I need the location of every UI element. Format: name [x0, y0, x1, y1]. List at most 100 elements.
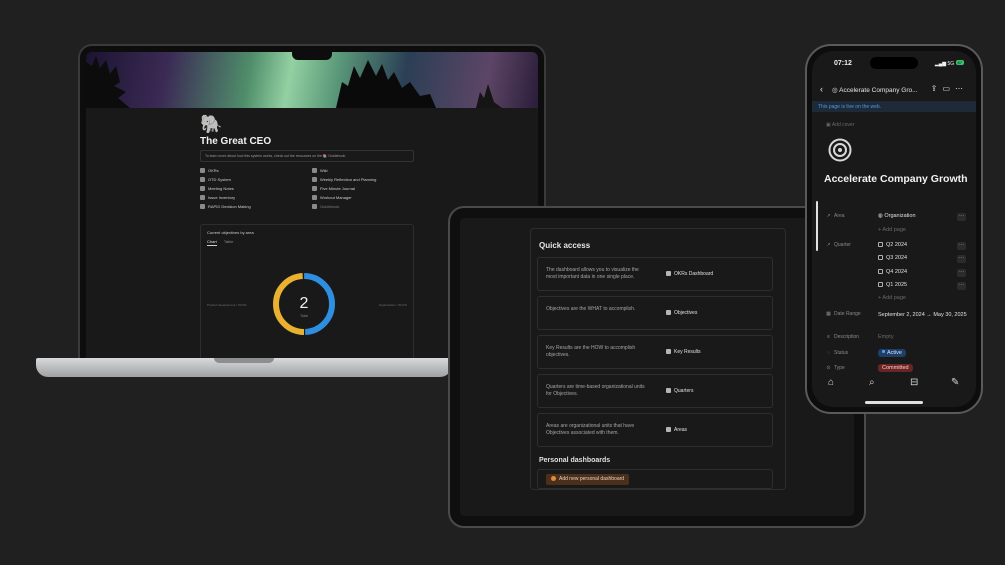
quick-access-row: Objectives are the WHAT to accomplish. O…	[537, 296, 773, 330]
quarter-more-button[interactable]: ···	[957, 282, 966, 290]
checkbox-icon	[666, 349, 671, 354]
quarter-add-page[interactable]: + Add page	[878, 295, 906, 301]
prop-description-value[interactable]: Empty	[878, 334, 894, 340]
link-label: Objectives	[674, 310, 698, 316]
link-areas[interactable]: Areas	[666, 427, 687, 433]
nav-title[interactable]: ◎ Accelerate Company Gro...	[832, 86, 918, 94]
link-guidebook[interactable]: Guidebook	[312, 204, 339, 210]
page-cover-image	[86, 52, 538, 108]
prop-type-label: ⊙ Type	[826, 365, 844, 371]
prop-status-value[interactable]: Active	[878, 349, 906, 357]
prop-area-label: ↗ Area	[826, 213, 844, 219]
link-label: Issue Inventory	[208, 195, 236, 200]
link-label: Areas	[674, 427, 688, 433]
more-icon[interactable]: ⋯	[955, 84, 968, 93]
link-label: Weekly Reflection and Planning	[320, 177, 377, 182]
home-icon[interactable]: ⌂	[828, 377, 834, 388]
link-quarters[interactable]: Quarters	[666, 388, 693, 394]
prop-value: Q1 2025	[886, 282, 908, 288]
compose-icon[interactable]: ✎	[951, 377, 959, 388]
quick-access-title: Quick access	[539, 241, 591, 250]
link-label: Quarters	[674, 388, 694, 394]
relation-arrow-icon: ↗	[826, 213, 831, 219]
quarter-more-button[interactable]: ···	[957, 255, 966, 263]
tab-chart[interactable]: Chart	[207, 239, 217, 246]
chart-block-label: Current objectives by area	[207, 230, 254, 235]
prop-label: Date Range	[834, 311, 861, 317]
link-objectives[interactable]: Objectives	[666, 310, 697, 316]
prop-value: Organization	[884, 213, 916, 219]
objectives-chart-block: Current objectives by area Chart Table P…	[200, 224, 414, 360]
add-cover-button[interactable]: ▣ Add cover	[826, 122, 854, 128]
link-okrs[interactable]: OKRs	[200, 168, 219, 174]
add-personal-dashboard-button[interactable]: Add new personal dashboard	[546, 474, 630, 485]
check-circle-icon	[200, 177, 205, 183]
donut-legend-left: Product development • 50.0%	[207, 303, 247, 307]
donut-chart: 2 Total	[273, 273, 335, 335]
select-icon: ⊙	[826, 365, 831, 371]
area-add-page[interactable]: + Add page	[878, 227, 906, 233]
area-more-button[interactable]: ···	[957, 213, 966, 221]
button-label: Add new personal dashboard	[559, 476, 625, 482]
status-dot	[882, 350, 885, 353]
calendar-icon	[666, 388, 671, 393]
row-description: Quarters are time-based organizational u…	[546, 384, 645, 397]
relation-arrow-icon: ↗	[826, 242, 831, 248]
quick-access-row: Quarters are time-based organizational u…	[537, 374, 773, 408]
prop-value: Q4 2024	[886, 269, 908, 275]
back-chevron-icon[interactable]: ‹	[820, 84, 823, 94]
live-web-banner[interactable]: This page is live on the web.	[812, 101, 976, 112]
link-otd-system[interactable]: OTD System	[200, 177, 231, 183]
search-icon[interactable]: ⌕	[869, 377, 875, 388]
dashboard-icon	[666, 271, 671, 276]
link-label: Wiki	[320, 168, 328, 173]
prop-label: Status	[834, 350, 849, 356]
link-meeting-notes[interactable]: Meeting Notes	[200, 186, 234, 192]
quarter-more-button[interactable]: ···	[957, 269, 966, 277]
link-label: Workout Manager	[320, 195, 352, 200]
prop-area-value[interactable]: ◍ Organization	[878, 213, 916, 219]
quarter-item[interactable]: Q3 2024	[878, 255, 907, 261]
tab-table[interactable]: Table	[224, 239, 234, 244]
quick-access-row: Key Results are the HOW to accomplish ob…	[537, 335, 773, 369]
pencil-icon	[312, 186, 317, 192]
quarter-more-button[interactable]: ···	[957, 242, 966, 250]
list-icon	[200, 195, 205, 201]
text-lines-icon: ≡	[827, 334, 830, 340]
link-workout-manager[interactable]: Workout Manager	[312, 195, 352, 201]
document-icon	[312, 168, 317, 174]
network-label: 5G	[947, 61, 955, 67]
quarter-item[interactable]: Q1 2025	[878, 282, 907, 288]
link-rapid[interactable]: RAPID Decision Making	[200, 204, 251, 210]
quarter-item[interactable]: Q4 2024	[878, 269, 907, 275]
phone-nav-bar: ‹ ◎ Accelerate Company Gro... ⇪▭⋯	[820, 84, 968, 98]
prop-label: Description	[834, 334, 860, 340]
status-badge: Active	[878, 349, 906, 357]
type-badge: Committed	[878, 364, 913, 372]
prop-date-value[interactable]: September 2, 2024 → May 30, 2025	[878, 311, 970, 319]
share-icon[interactable]: ⇪	[931, 84, 943, 93]
check-circle-icon	[200, 204, 205, 210]
quarter-item[interactable]: Q2 2024	[878, 242, 907, 248]
phone-tab-bar: ⌂ ⌕ ⊟ ✎	[812, 377, 976, 399]
row-description: Objectives are the WHAT to accomplish.	[546, 306, 636, 312]
link-wiki[interactable]: Wiki	[312, 168, 328, 174]
folder-icon	[666, 427, 671, 432]
prop-type-value[interactable]: Committed	[878, 364, 913, 372]
inbox-icon[interactable]: ⊟	[910, 377, 918, 388]
link-okrs-dashboard[interactable]: OKRs Dashboard	[666, 271, 713, 277]
phone-screen: 07:12 ▂▄▆ 5G 87 ‹ ◎ Accelerate Company G…	[812, 51, 976, 407]
link-weekly-reflection[interactable]: Weekly Reflection and Planning	[312, 177, 377, 183]
link-issue-inventory[interactable]: Issue Inventory	[200, 195, 236, 201]
donut-legend-right: Organization • 50.0%	[378, 303, 407, 307]
page-target-icon	[828, 138, 852, 162]
target-icon	[666, 310, 671, 315]
link-five-minute-journal[interactable]: Five Minute Journal	[312, 186, 355, 192]
link-key-results[interactable]: Key Results	[666, 349, 701, 355]
plus-circle-icon	[551, 476, 556, 481]
quick-access-row: Areas are organizational units that have…	[537, 413, 773, 447]
comment-icon[interactable]: ▭	[942, 84, 955, 93]
prop-quarter-label: ↗ Quarter	[826, 242, 851, 248]
prop-value: Q2 2024	[886, 242, 908, 248]
calendar-icon	[878, 269, 883, 274]
